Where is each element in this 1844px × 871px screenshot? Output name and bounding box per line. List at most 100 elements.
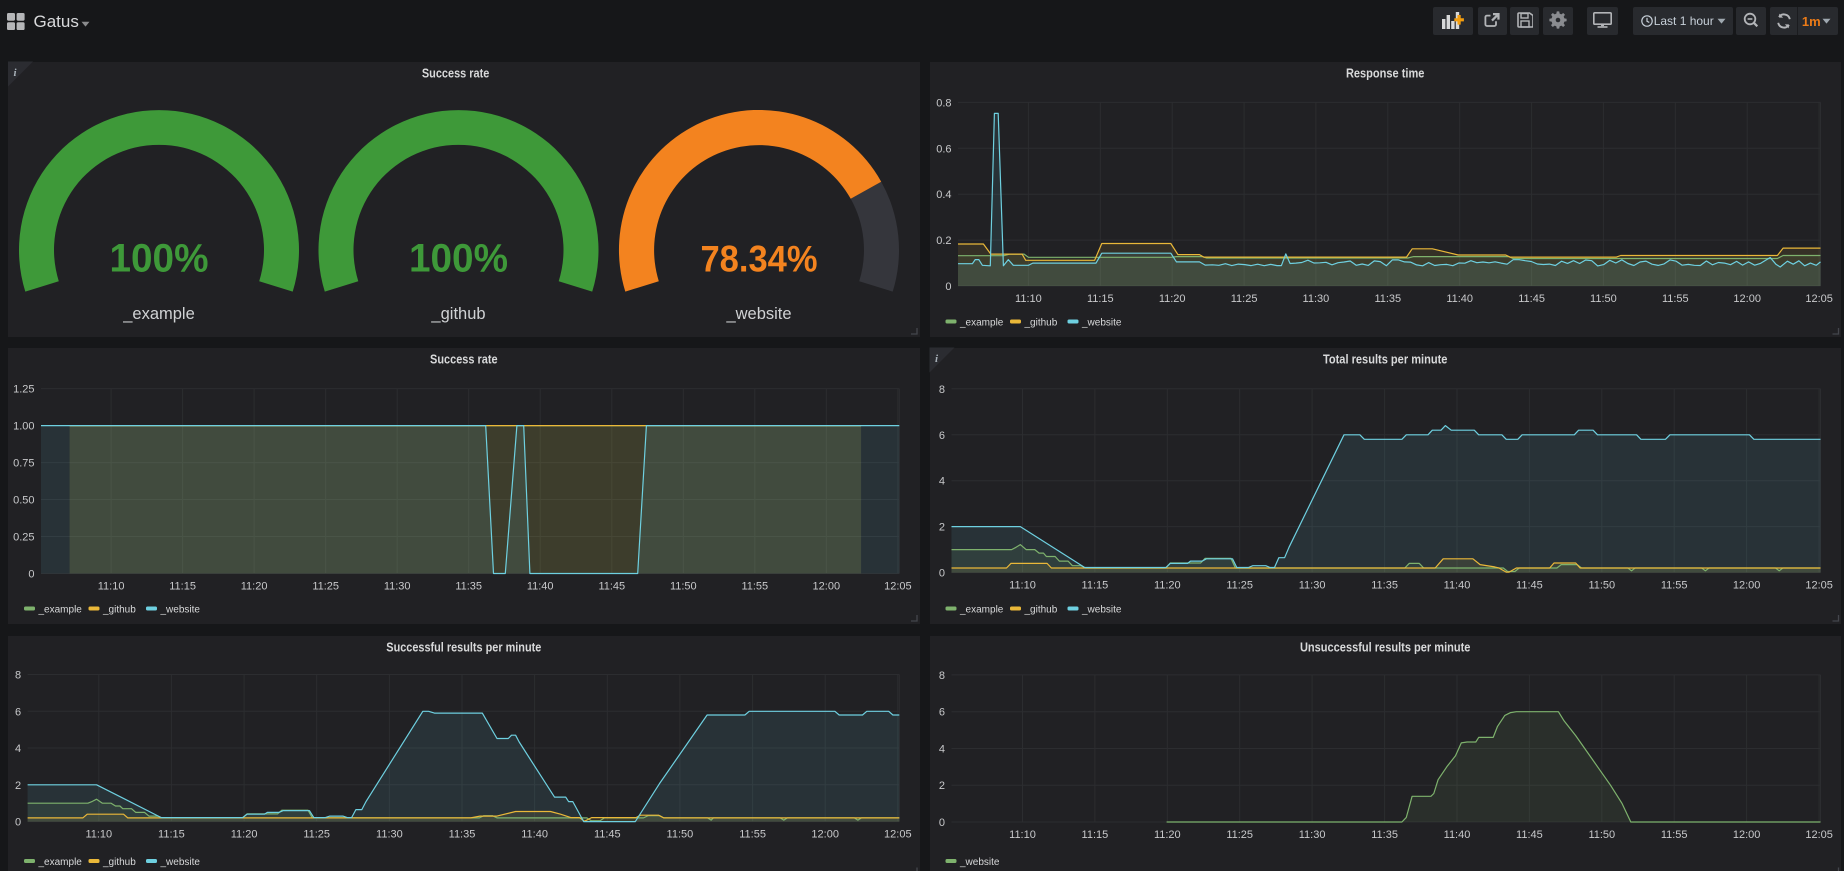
svg-text:2: 2 — [15, 780, 21, 792]
svg-text:0.50: 0.50 — [13, 495, 34, 507]
svg-text:11:45: 11:45 — [1516, 580, 1543, 592]
svg-text:_github: _github — [102, 605, 136, 616]
svg-text:11:35: 11:35 — [1371, 829, 1398, 841]
svg-text:6: 6 — [939, 707, 945, 719]
svg-text:11:25: 11:25 — [312, 581, 339, 593]
svg-text:11:20: 11:20 — [1154, 580, 1181, 592]
svg-text:12:00: 12:00 — [1733, 829, 1761, 841]
svg-text:11:20: 11:20 — [1154, 829, 1181, 841]
svg-text:12:05: 12:05 — [1805, 580, 1833, 592]
svg-text:0: 0 — [939, 817, 945, 829]
svg-text:0.25: 0.25 — [13, 532, 34, 544]
svg-text:11:20: 11:20 — [241, 581, 268, 593]
svg-text:12:00: 12:00 — [1733, 580, 1761, 592]
svg-text:11:30: 11:30 — [1299, 580, 1326, 592]
svg-text:11:40: 11:40 — [1446, 293, 1473, 305]
svg-text:_website: _website — [160, 857, 201, 868]
svg-text:11:50: 11:50 — [670, 581, 697, 593]
svg-text:12:00: 12:00 — [813, 581, 841, 593]
svg-text:11:35: 11:35 — [455, 581, 482, 593]
svg-text:0.4: 0.4 — [936, 189, 951, 201]
svg-text:12:05: 12:05 — [884, 829, 912, 841]
svg-text:11:40: 11:40 — [1444, 829, 1471, 841]
svg-text:11:40: 11:40 — [521, 829, 548, 841]
svg-text:_website: _website — [160, 605, 201, 616]
svg-text:11:25: 11:25 — [303, 829, 330, 841]
svg-text:_github: _github — [102, 857, 136, 868]
svg-text:11:10: 11:10 — [98, 581, 125, 593]
svg-text:_github: _github — [1024, 605, 1058, 616]
svg-text:6: 6 — [15, 706, 21, 718]
svg-text:_website: _website — [1081, 605, 1122, 616]
svg-text:_example: _example — [38, 605, 83, 616]
svg-text:100%: 100% — [110, 237, 209, 281]
svg-text:6: 6 — [939, 430, 945, 442]
svg-text:Success rate: Success rate — [430, 353, 498, 367]
svg-text:11:45: 11:45 — [1516, 829, 1543, 841]
svg-text:11:25: 11:25 — [1231, 293, 1258, 305]
svg-text:11:30: 11:30 — [384, 581, 411, 593]
svg-text:4: 4 — [15, 743, 21, 755]
svg-text:Response time: Response time — [1346, 67, 1425, 81]
svg-text:11:10: 11:10 — [85, 829, 112, 841]
svg-text:_example: _example — [122, 305, 195, 323]
svg-text:0: 0 — [15, 817, 21, 829]
svg-text:0.2: 0.2 — [936, 235, 951, 247]
svg-text:78.34%: 78.34% — [701, 238, 818, 280]
svg-text:11:20: 11:20 — [1159, 293, 1186, 305]
svg-text:11:35: 11:35 — [1371, 580, 1398, 592]
svg-text:11:45: 11:45 — [1518, 293, 1545, 305]
svg-text:Unsuccessful results per minut: Unsuccessful results per minute — [1300, 641, 1471, 655]
svg-text:8: 8 — [15, 670, 21, 682]
svg-text:0: 0 — [939, 568, 945, 580]
svg-text:Success rate: Success rate — [422, 67, 490, 81]
svg-text:11:30: 11:30 — [1303, 293, 1330, 305]
svg-text:0.75: 0.75 — [13, 458, 34, 470]
svg-text:11:10: 11:10 — [1009, 829, 1036, 841]
svg-text:2: 2 — [939, 780, 945, 792]
svg-text:11:15: 11:15 — [1082, 580, 1109, 592]
svg-text:11:40: 11:40 — [1444, 580, 1471, 592]
svg-text:_example: _example — [959, 318, 1004, 329]
svg-text:100%: 100% — [409, 237, 508, 281]
svg-text:1.25: 1.25 — [13, 384, 34, 396]
svg-text:11:45: 11:45 — [594, 829, 621, 841]
svg-text:12:05: 12:05 — [1805, 829, 1833, 841]
svg-text:11:45: 11:45 — [598, 581, 625, 593]
svg-text:0: 0 — [945, 281, 951, 293]
svg-text:11:50: 11:50 — [1588, 580, 1615, 592]
svg-text:Successful results per minute: Successful results per minute — [386, 641, 541, 655]
svg-text:_website: _website — [1081, 318, 1122, 329]
svg-text:_example: _example — [959, 605, 1004, 616]
svg-text:11:40: 11:40 — [527, 581, 554, 593]
svg-text:11:15: 11:15 — [1082, 829, 1109, 841]
svg-text:11:25: 11:25 — [1226, 580, 1253, 592]
svg-text:11:10: 11:10 — [1015, 293, 1042, 305]
svg-text:_website: _website — [959, 857, 1000, 868]
svg-text:11:50: 11:50 — [1590, 293, 1617, 305]
svg-text:8: 8 — [939, 670, 945, 682]
svg-text:11:15: 11:15 — [169, 581, 196, 593]
svg-text:11:20: 11:20 — [231, 829, 258, 841]
svg-text:0: 0 — [28, 569, 34, 581]
svg-text:11:55: 11:55 — [1661, 829, 1688, 841]
svg-text:_example: _example — [38, 857, 83, 868]
svg-text:11:55: 11:55 — [1662, 293, 1689, 305]
svg-text:_website: _website — [725, 305, 791, 323]
svg-text:Total results per minute: Total results per minute — [1323, 353, 1448, 367]
svg-text:11:50: 11:50 — [667, 829, 694, 841]
svg-text:0.6: 0.6 — [936, 143, 951, 155]
svg-text:4: 4 — [939, 744, 945, 756]
svg-text:11:15: 11:15 — [1087, 293, 1114, 305]
svg-text:_github: _github — [430, 305, 485, 323]
svg-text:11:55: 11:55 — [1661, 580, 1688, 592]
svg-text:11:35: 11:35 — [1374, 293, 1401, 305]
svg-text:12:00: 12:00 — [1733, 293, 1761, 305]
svg-text:11:15: 11:15 — [158, 829, 185, 841]
svg-text:11:10: 11:10 — [1009, 580, 1036, 592]
svg-text:4: 4 — [939, 476, 945, 488]
svg-text:11:30: 11:30 — [1299, 829, 1326, 841]
svg-text:2: 2 — [939, 522, 945, 534]
svg-text:11:30: 11:30 — [376, 829, 403, 841]
svg-text:8: 8 — [939, 384, 945, 396]
